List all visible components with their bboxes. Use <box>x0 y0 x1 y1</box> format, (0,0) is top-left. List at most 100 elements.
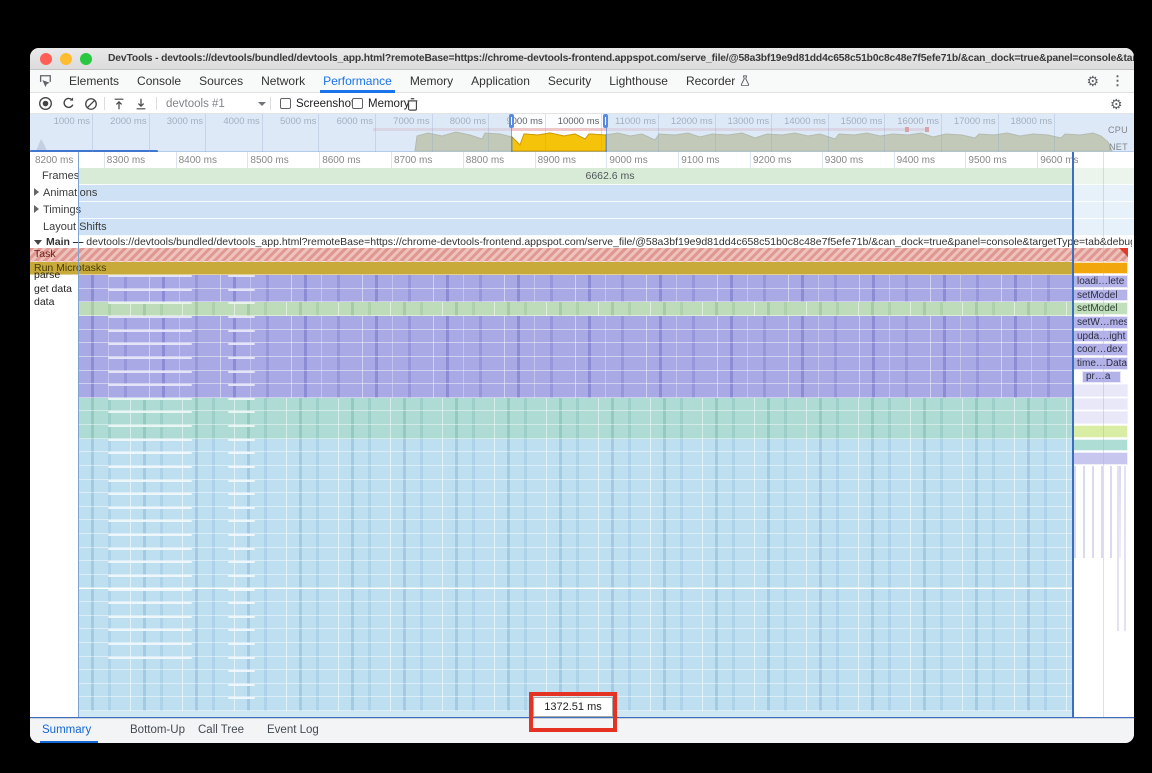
flame-bar[interactable]: set…mes <box>108 316 192 318</box>
reload-and-record-button[interactable] <box>61 95 76 112</box>
animations-track-band[interactable] <box>78 185 1134 202</box>
flame-bar[interactable]: p… <box>228 384 255 386</box>
flame-bar[interactable]: s… <box>228 316 255 318</box>
tab-application[interactable]: Application <box>462 70 539 93</box>
flame-row[interactable] <box>78 561 1072 575</box>
details-tab-summary[interactable]: Summary <box>42 724 91 736</box>
flame-row[interactable] <box>78 316 1072 330</box>
flame-bar[interactable]: s…l <box>228 289 255 291</box>
flame-row[interactable] <box>78 507 1072 521</box>
flame-bar-right[interactable]: coor…dex <box>1073 343 1128 356</box>
flame-bar[interactable]: #… <box>228 643 255 645</box>
flame-bar[interactable]: #a…l <box>108 534 192 536</box>
more-options-icon[interactable]: ⋮ <box>1111 73 1124 89</box>
flame-bar-right[interactable] <box>1073 262 1128 275</box>
flame-row[interactable] <box>78 398 1072 412</box>
flame-row[interactable] <box>78 520 1072 534</box>
tab-console[interactable]: Console <box>128 70 190 93</box>
expand-arrow-icon[interactable] <box>34 205 39 213</box>
flame-bar[interactable]: setModel <box>108 289 192 291</box>
tab-security[interactable]: Security <box>539 70 600 93</box>
timeline-overview[interactable]: 1000 ms2000 ms3000 ms4000 ms5000 ms6000 … <box>30 114 1134 152</box>
load-profile-button[interactable] <box>112 95 126 112</box>
track-label-layout-shifts[interactable]: Layout Shifts <box>43 221 107 233</box>
flame-row[interactable] <box>78 439 1072 453</box>
flame-row[interactable] <box>78 548 1072 562</box>
close-window-button[interactable] <box>40 53 52 65</box>
flame-bar-right[interactable]: upda…ight <box>1073 330 1128 343</box>
screenshots-checkbox[interactable]: Screenshots <box>280 95 360 112</box>
flame-bar[interactable]: tim…ata <box>108 357 192 359</box>
flame-bar[interactable]: #… <box>228 602 255 604</box>
flame-bar-right[interactable] <box>1073 452 1128 465</box>
flame-bar-right[interactable]: setModel <box>1073 289 1128 302</box>
window-titlebar[interactable]: DevTools - devtools://devtools/bundled/d… <box>30 48 1134 70</box>
flame-bar[interactable]: app…vel <box>108 398 192 400</box>
flame-row[interactable] <box>78 602 1072 616</box>
record-button[interactable] <box>38 95 53 112</box>
flame-row[interactable]: Run Microtasks <box>30 262 1072 276</box>
flame-bar[interactable]: t…a <box>228 357 255 359</box>
zoom-window-button[interactable] <box>80 53 92 65</box>
flame-bar[interactable]: #…l <box>228 425 255 427</box>
clear-button[interactable] <box>84 95 98 112</box>
track-label-frames[interactable]: Frames <box>42 170 79 182</box>
flame-bar[interactable]: loa…ete <box>108 275 192 277</box>
flame-row[interactable] <box>78 534 1072 548</box>
save-profile-button[interactable] <box>134 95 148 112</box>
track-label-animations[interactable]: Animations <box>34 187 97 199</box>
flame-row[interactable] <box>78 575 1072 589</box>
flame-bar[interactable]: #… <box>228 575 255 577</box>
window-left-handle[interactable] <box>509 114 514 128</box>
flame-bar[interactable]: #… <box>228 684 255 686</box>
flame-row[interactable] <box>78 670 1072 684</box>
flame-row[interactable] <box>78 330 1072 344</box>
flame-bar[interactable]: #… <box>228 507 255 509</box>
flame-row[interactable] <box>78 357 1072 371</box>
flame-row[interactable] <box>78 289 1072 303</box>
minimize-window-button[interactable] <box>60 53 72 65</box>
flame-bar-right[interactable] <box>1073 439 1128 452</box>
flame-bar[interactable]: tim…ata <box>108 371 192 373</box>
flame-bar[interactable]: #… <box>228 657 255 659</box>
flame-bar[interactable]: #a…l <box>108 452 192 454</box>
flame-bar-right[interactable]: setModel <box>1073 302 1128 315</box>
profile-select-caret[interactable] <box>258 95 266 112</box>
flame-row[interactable] <box>78 411 1072 425</box>
tab-lighthouse[interactable]: Lighthouse <box>600 70 677 93</box>
layout-shifts-track-band[interactable] <box>78 219 1134 236</box>
flame-bar-right[interactable]: setW…mes <box>1073 316 1128 329</box>
flame-bar[interactable]: l…e <box>228 275 255 277</box>
flame-bar[interactable]: t…a <box>228 371 255 373</box>
tab-sources[interactable]: Sources <box>190 70 252 93</box>
collapse-arrow-icon[interactable] <box>34 240 42 245</box>
flame-bar[interactable]: #a…l <box>108 439 192 441</box>
flame-row[interactable] <box>78 493 1072 507</box>
tab-elements[interactable]: Elements <box>60 70 128 93</box>
flame-bar[interactable]: #… <box>228 480 255 482</box>
flame-bar-right[interactable] <box>1073 411 1128 424</box>
flame-row[interactable] <box>78 425 1072 439</box>
flame-bar[interactable]: #a…l <box>108 548 192 550</box>
flame-row[interactable] <box>78 629 1072 643</box>
inspect-element-button[interactable] <box>30 74 60 88</box>
details-tab-event-log[interactable]: Event Log <box>267 724 319 736</box>
flame-bar[interactable]: #… <box>228 589 255 591</box>
flame-bar[interactable]: #… <box>228 466 255 468</box>
flame-row[interactable] <box>78 384 1072 398</box>
flame-row[interactable] <box>78 275 1072 289</box>
flame-bar[interactable]: #a…l <box>108 602 192 604</box>
flame-bar-right[interactable] <box>1073 384 1128 397</box>
flame-bar[interactable]: #… <box>228 439 255 441</box>
flame-bar[interactable]: #a…l <box>108 616 192 618</box>
flame-bar[interactable]: #a…l <box>108 466 192 468</box>
capture-settings-button[interactable]: ⚙ <box>1110 95 1123 112</box>
flame-row[interactable] <box>78 343 1072 357</box>
flame-bar[interactable]: #a…l <box>108 480 192 482</box>
expand-arrow-icon[interactable] <box>34 188 39 196</box>
flame-bar[interactable]: u…t <box>228 330 255 332</box>
flame-row[interactable] <box>78 657 1072 671</box>
flame-bar-right[interactable]: time…Data <box>1073 357 1128 370</box>
memory-checkbox[interactable]: Memory <box>352 95 410 112</box>
flame-bar[interactable]: #a…l <box>108 575 192 577</box>
